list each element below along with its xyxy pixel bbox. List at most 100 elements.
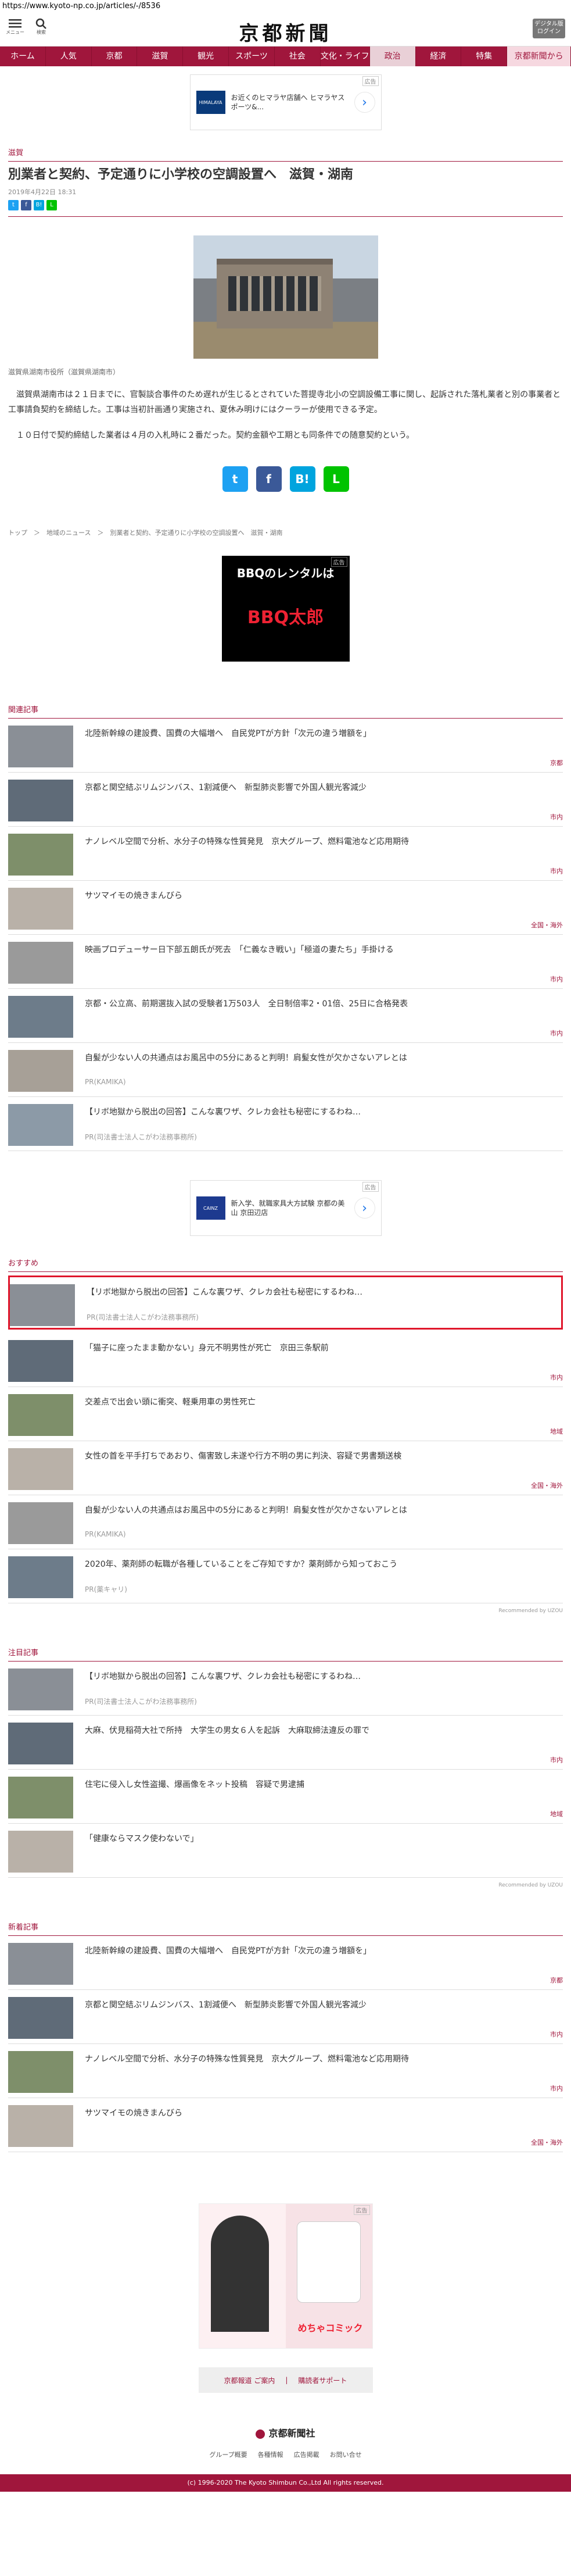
list-item-title[interactable]: 【リボ地獄から脱出の回答】こんな裏ワザ、クレカ会社も秘密にするわね…	[85, 1671, 563, 1682]
nav-politics[interactable]: 政治	[369, 47, 416, 66]
list-item-title[interactable]: 住宅に侵入し女性盗撮、爆画像をネット投稿 容疑で男逮捕	[85, 1779, 563, 1791]
nav-culture[interactable]: 文化・ライフ	[321, 47, 370, 66]
thumbnail[interactable]	[8, 834, 73, 876]
site-logo[interactable]: 京都新聞	[0, 17, 571, 46]
line-icon[interactable]: L	[323, 466, 349, 492]
thumbnail[interactable]	[8, 1777, 73, 1818]
category-tag[interactable]: 京都	[550, 758, 563, 767]
thumbnail[interactable]	[8, 996, 73, 1038]
list-item-title[interactable]: 自髪が少ない人の共通点はお風呂中の5分にあると判明！肩髪女性が欠かさないアレとは	[85, 1505, 563, 1516]
nav-society[interactable]: 社会	[275, 47, 321, 66]
nav-popular[interactable]: 人気	[46, 47, 92, 66]
category-tag[interactable]: 市内	[550, 2084, 563, 2093]
thumbnail[interactable]	[8, 726, 73, 767]
thumbnail[interactable]	[8, 1556, 73, 1598]
list-item[interactable]: 住宅に侵入し女性盗撮、爆画像をネット投稿 容疑で男逮捕 地域	[8, 1770, 563, 1824]
list-item-title[interactable]: 映画プロデューサー日下部五朗氏が死去 「仁義なき戦い」「極道の妻たち」手掛ける	[85, 944, 563, 956]
list-item-title[interactable]: 自髪が少ない人の共通点はお風呂中の5分にあると判明！肩髪女性が欠かさないアレとは	[85, 1052, 563, 1064]
bbq-ad[interactable]: 広告 BBQのレンタルは BBQ太郎	[221, 556, 350, 662]
mid-ad[interactable]: 広告 CAINZ 新入学、就職家具大方試験 京都の美山 京田辺店 ›	[189, 1180, 382, 1236]
list-item-title[interactable]: ナノレベル空間で分析、水分子の特殊な性質発見 京大グループ、燃料電池など応用期待	[85, 836, 563, 848]
footer-link-support[interactable]: 購読者サポート	[298, 2375, 347, 2385]
list-item-title[interactable]: 【リボ地獄から脱出の回答】こんな裏ワザ、クレカ会社も秘密にするわね…	[87, 1287, 561, 1298]
list-item[interactable]: 2020年、薬剤師の転職が各種していることをご存知ですか？薬剤師から知っておこう…	[8, 1549, 563, 1603]
list-item[interactable]: 北陸新幹線の建設費、国費の大幅増へ 自民党PTが方針「次元の違う増額を」 京都	[8, 719, 563, 773]
category-tag[interactable]: 市内	[550, 1028, 563, 1038]
list-item[interactable]: 京都・公立高、前期選抜入試の受験者1万503人 全日制倍率2・01倍、25日に合…	[8, 989, 563, 1043]
arrow-right-icon[interactable]: ›	[354, 1198, 375, 1219]
category-tag[interactable]: 地域	[550, 1427, 563, 1436]
nav-features[interactable]: 特集	[461, 47, 508, 66]
thumbnail[interactable]	[8, 1997, 73, 2039]
thumbnail[interactable]	[8, 1104, 73, 1146]
list-item-title[interactable]: サツマイモの焼きまんびら	[85, 890, 563, 902]
footer-sub-link[interactable]: 各種情報	[258, 2450, 283, 2459]
category-tag[interactable]: 京都	[550, 1975, 563, 1985]
thumbnail[interactable]	[8, 1943, 73, 1985]
category-tag[interactable]: 市内	[550, 2030, 563, 2039]
list-item-title[interactable]: 北陸新幹線の建設費、国費の大幅増へ 自民党PTが方針「次元の違う増額を」	[85, 1945, 563, 1957]
list-item-title[interactable]: 京都と関空結ぶリムジンバス、1割減便へ 新型肺炎影響で外国人観光客減少	[85, 1999, 563, 2011]
thumbnail[interactable]	[8, 2105, 73, 2147]
list-item[interactable]: 女性の首を平手打ちであおり、傷害致し未遂や行方不明の男に判決、容疑で男書類送検全…	[8, 1441, 563, 1495]
list-item-title[interactable]: 交差点で出会い頭に衝突、軽乗用車の男性死亡	[85, 1396, 563, 1408]
list-item-title[interactable]: サツマイモの焼きまんびら	[85, 2107, 563, 2119]
nav-shiga[interactable]: 滋賀	[137, 47, 184, 66]
nav-from-paper[interactable]: 京都新聞から	[507, 47, 571, 66]
list-item[interactable]: サツマイモの焼きまんびら 全国・海外	[8, 881, 563, 935]
list-item[interactable]: 交差点で出会い頭に衝突、軽乗用車の男性死亡地域	[8, 1387, 563, 1441]
thumbnail[interactable]	[8, 1394, 73, 1436]
list-item[interactable]: 【リボ地獄から脱出の回答】こんな裏ワザ、クレカ会社も秘密にするわね… PR(司法書…	[8, 1276, 563, 1330]
list-item[interactable]: 【リボ地獄から脱出の回答】こんな裏ワザ、クレカ会社も秘密にするわね… PR(司法書…	[8, 1097, 563, 1151]
facebook-icon[interactable]: f	[256, 466, 282, 492]
thumbnail[interactable]	[8, 1340, 73, 1382]
nav-home[interactable]: ホーム	[0, 47, 46, 66]
list-item-title[interactable]: 2020年、薬剤師の転職が各種していることをご存知ですか？薬剤師から知っておこう	[85, 1559, 563, 1570]
thumbnail[interactable]	[8, 1668, 73, 1710]
thumbnail[interactable]	[8, 942, 73, 984]
manga-ad[interactable]: 広告 めちゃコミック	[198, 2203, 373, 2349]
thumbnail[interactable]	[8, 1448, 73, 1490]
thumbnail[interactable]	[8, 888, 73, 930]
hatena-icon[interactable]: B!	[34, 200, 44, 210]
hatena-icon[interactable]: B!	[289, 466, 315, 492]
list-item[interactable]: ナノレベル空間で分析、水分子の特殊な性質発見 京大グループ、燃料電池など応用期待…	[8, 2044, 563, 2098]
list-item[interactable]: 大麻、伏見稲荷大社で所持 大学生の男女６人を起訴 大麻取締法違反の罪で市内	[8, 1716, 563, 1770]
twitter-icon[interactable]: t	[222, 466, 248, 492]
list-item[interactable]: 「猫子に座ったまま動かない」身元不明男性が死亡 京田三条駅前市内	[8, 1333, 563, 1387]
footer-link-guide[interactable]: 京都報道 ご案内	[224, 2375, 275, 2385]
thumbnail[interactable]	[8, 1723, 73, 1764]
line-icon[interactable]: L	[46, 200, 57, 210]
list-item-title[interactable]: 大麻、伏見稲荷大社で所持 大学生の男女６人を起訴 大麻取締法違反の罪で	[85, 1725, 563, 1737]
digital-login-button[interactable]: デジタル版ログイン	[533, 19, 565, 38]
category-tag[interactable]: 市内	[550, 866, 563, 876]
nav-economy[interactable]: 経済	[416, 47, 462, 66]
footer-sub-link[interactable]: お問い合せ	[330, 2450, 362, 2459]
twitter-icon[interactable]: t	[8, 200, 19, 210]
top-ad[interactable]: 広告 HIMALAYA お近くのヒマラヤ店舗へ ヒマラヤスポーツ&... ›	[189, 74, 382, 130]
category-tag[interactable]: 市内	[550, 1373, 563, 1382]
thumbnail[interactable]	[10, 1284, 75, 1326]
arrow-right-icon[interactable]: ›	[354, 92, 375, 113]
list-item[interactable]: サツマイモの焼きまんびら全国・海外	[8, 2098, 563, 2152]
thumbnail[interactable]	[8, 2051, 73, 2093]
list-item-title[interactable]: 女性の首を平手打ちであおり、傷害致し未遂や行方不明の男に判決、容疑で男書類送検	[85, 1450, 563, 1462]
category-tag[interactable]: 市内	[550, 974, 563, 984]
list-item-title[interactable]: 京都と関空結ぶリムジンバス、1割減便へ 新型肺炎影響で外国人観光客減少	[85, 782, 563, 794]
category-tag[interactable]: 全国・海外	[531, 2138, 563, 2147]
thumbnail[interactable]	[8, 1831, 73, 1873]
footer-logo[interactable]: 京都新聞社	[0, 2425, 571, 2439]
category-tag[interactable]: 市内	[550, 1755, 563, 1764]
list-item-title[interactable]: 「猫子に座ったまま動かない」身元不明男性が死亡 京田三条駅前	[85, 1342, 563, 1354]
thumbnail[interactable]	[8, 780, 73, 821]
list-item-title[interactable]: 【リボ地獄から脱出の回答】こんな裏ワザ、クレカ会社も秘密にするわね…	[85, 1106, 563, 1118]
article-photo[interactable]	[193, 235, 378, 359]
category-tag[interactable]: 市内	[550, 812, 563, 821]
footer-sub-link[interactable]: 広告掲載	[294, 2450, 319, 2459]
nav-sports[interactable]: スポーツ	[229, 47, 275, 66]
list-item[interactable]: 自髪が少ない人の共通点はお風呂中の5分にあると判明！肩髪女性が欠かさないアレとは…	[8, 1043, 563, 1097]
category-tag[interactable]: 全国・海外	[531, 1481, 563, 1490]
thumbnail[interactable]	[8, 1050, 73, 1092]
list-item-title[interactable]: 「健康ならマスク使わないで」	[85, 1833, 563, 1845]
list-item[interactable]: 【リボ地獄から脱出の回答】こんな裏ワザ、クレカ会社も秘密にするわね… PR(司法書…	[8, 1662, 563, 1716]
